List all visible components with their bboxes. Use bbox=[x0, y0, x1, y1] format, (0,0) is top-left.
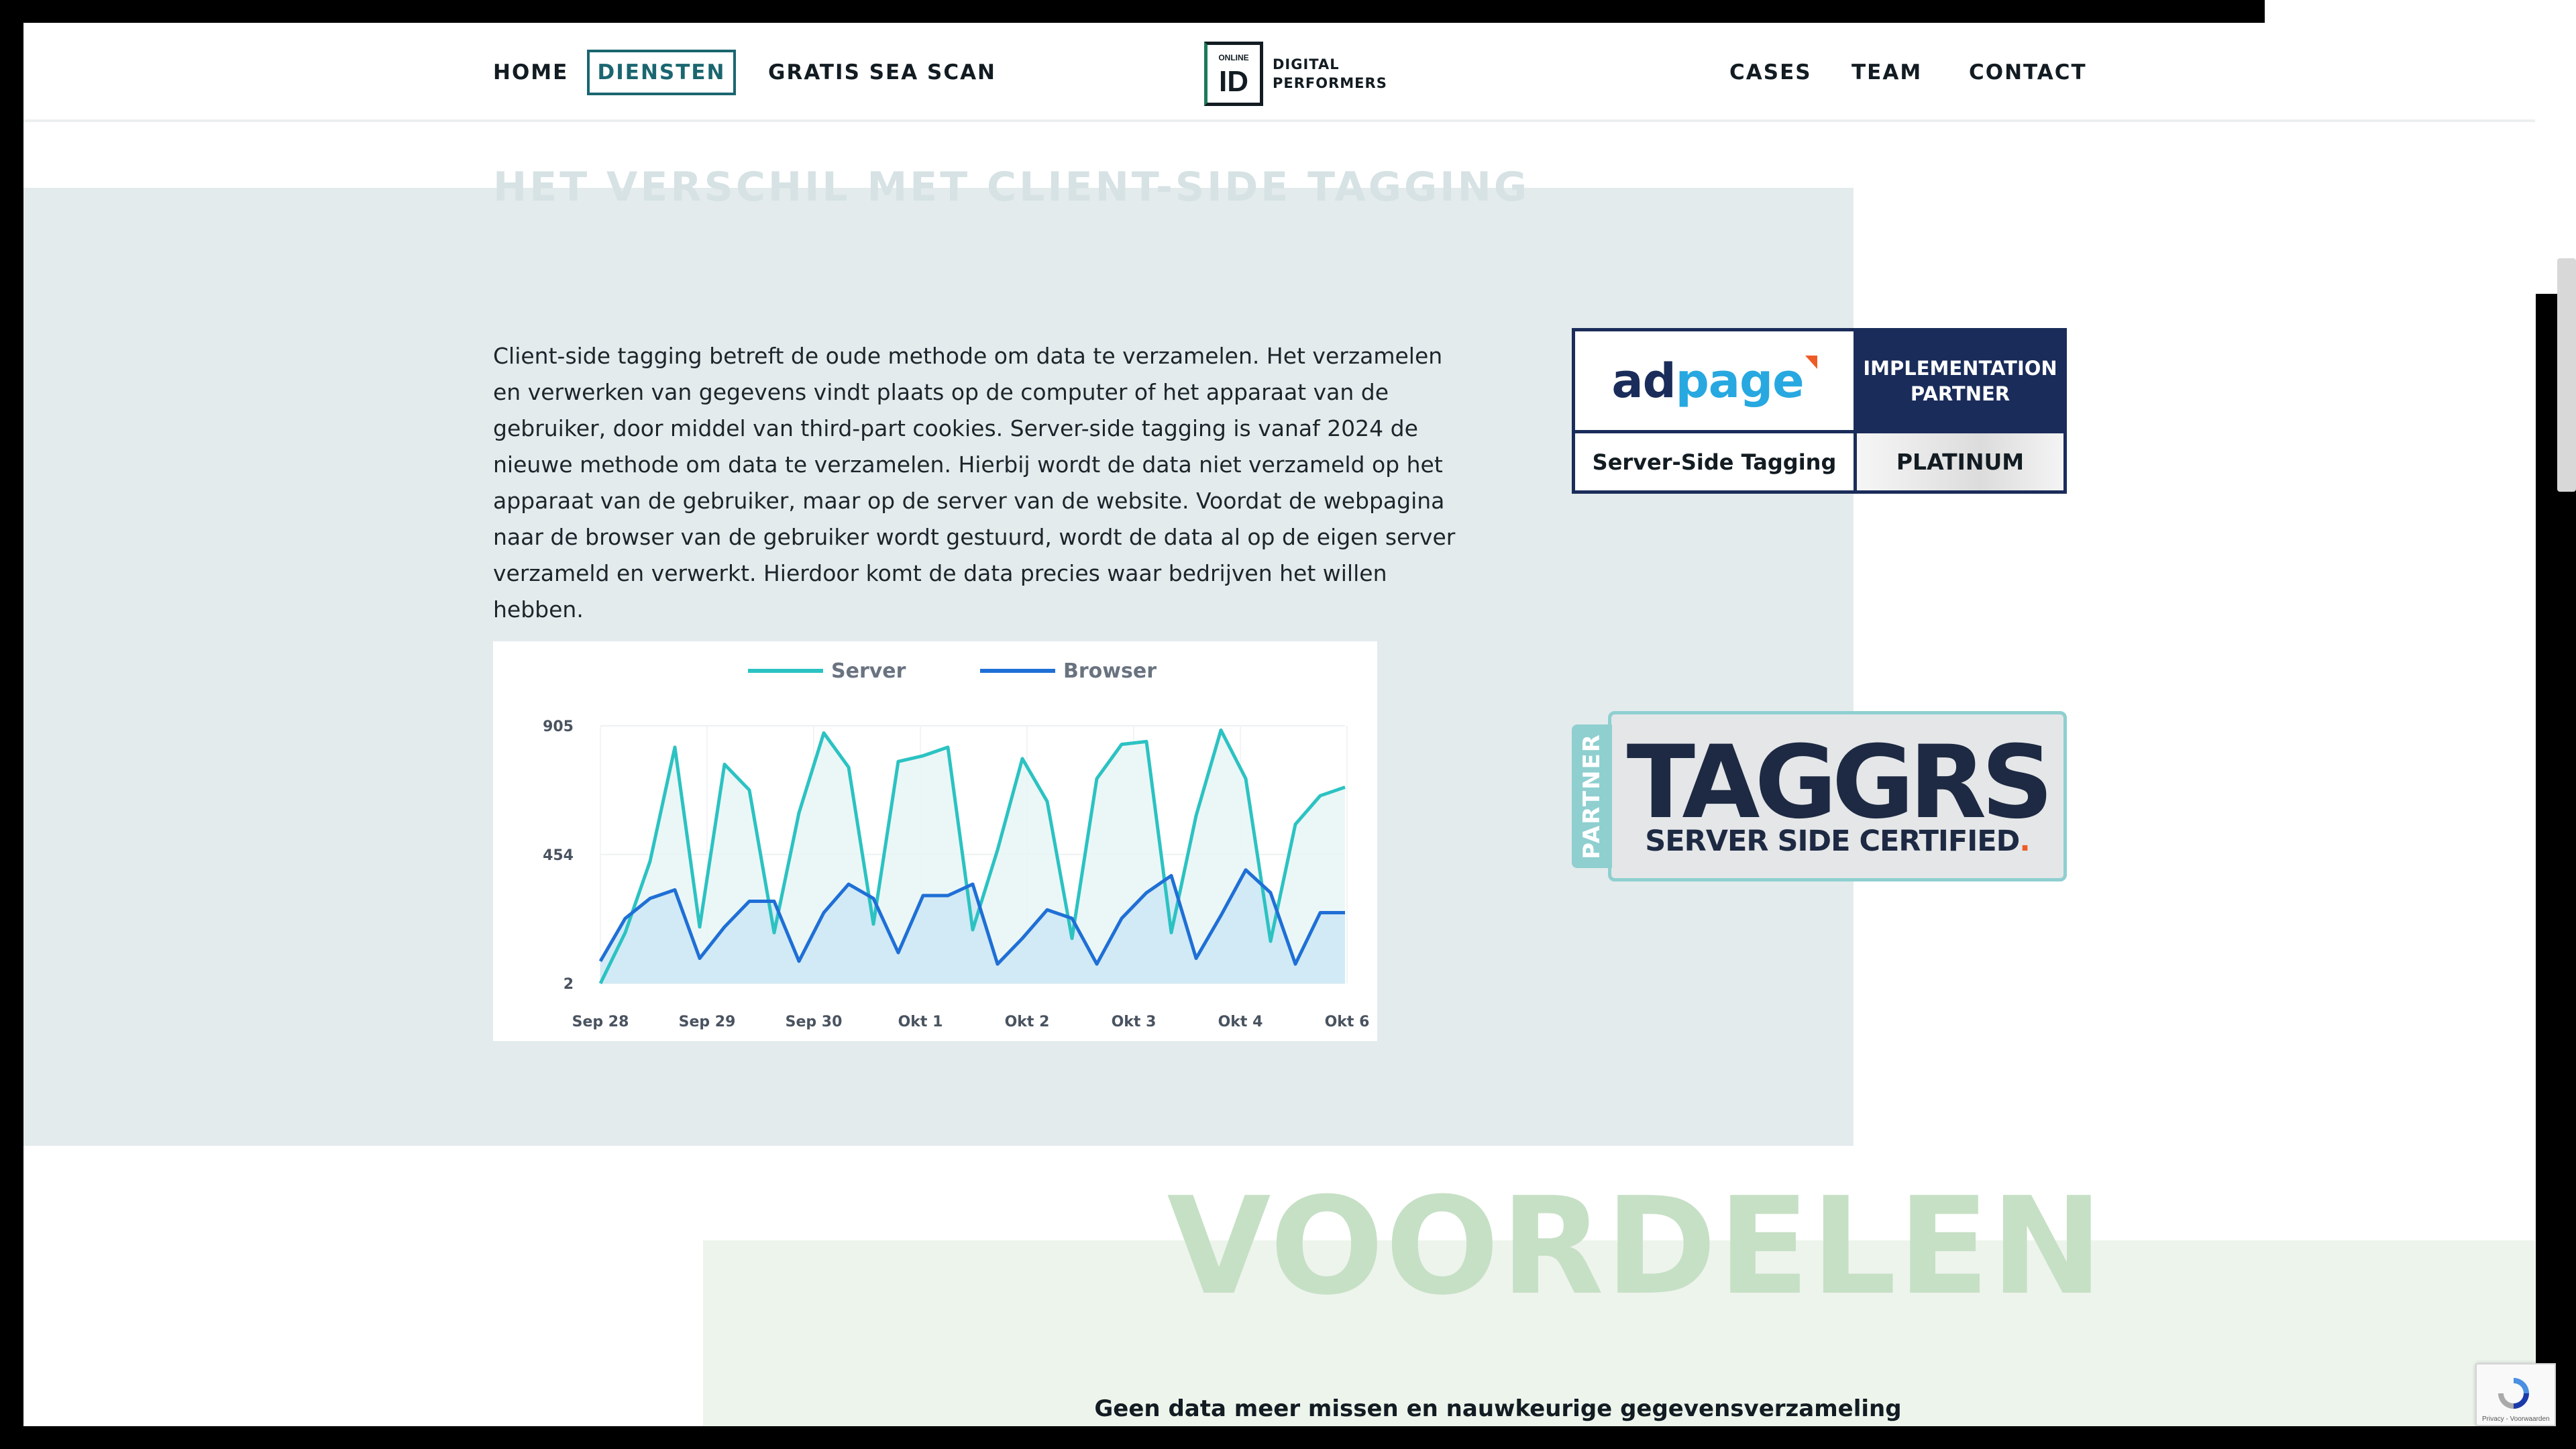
adpage-partner-badge: ad page IMPLEMENTATION PARTNER Server-Sid… bbox=[1572, 328, 2067, 494]
taggrs-partner-strip: PARTNER bbox=[1572, 724, 1612, 868]
nav-home[interactable]: HOME bbox=[493, 60, 568, 85]
logo-line-2: PERFORMERS bbox=[1273, 75, 1387, 91]
top-right-blank bbox=[2265, 0, 2576, 23]
taggrs-subtitle: SERVER SIDE CERTIFIED. bbox=[1611, 824, 2063, 858]
logo-small-text: ONLINE bbox=[1218, 53, 1249, 62]
recaptcha-text[interactable]: Privacy - Voorwaarden bbox=[2482, 1415, 2550, 1423]
chart-x-tick-label: Okt 1 bbox=[898, 1014, 943, 1030]
chart-x-tick-label: Sep 30 bbox=[786, 1014, 843, 1030]
taggrs-subtitle-dot: . bbox=[2019, 824, 2030, 858]
chart-y-tick-label: 2 bbox=[564, 976, 574, 993]
chart-y-tick-label: 905 bbox=[543, 718, 574, 735]
chart-legend-label-server: Server bbox=[831, 659, 906, 683]
chart-x-tick-label: Okt 6 bbox=[1325, 1014, 1370, 1030]
server-vs-browser-chart: 905 454 2 Sep 28 Sep 29 Sep 30 Okt 1 Okt 2 Okt 3… bbox=[493, 641, 1377, 1041]
logo-mark: ONLINE ID bbox=[1204, 42, 1263, 106]
nav-contact[interactable]: CONTACT bbox=[1969, 60, 2087, 85]
adpage-flag-icon bbox=[1805, 355, 1817, 369]
recaptcha-icon bbox=[2498, 1378, 2529, 1409]
taggrs-partner-label: PARTNER bbox=[1578, 733, 1606, 859]
section-client-side-title: HET VERSCHIL MET CLIENT-SIDE TAGGING bbox=[493, 164, 1530, 211]
logo-wordmark: DIGITAL PERFORMERS bbox=[1273, 55, 1387, 93]
taggrs-main-panel: TAGGRS SERVER SIDE CERTIFIED. bbox=[1608, 711, 2067, 881]
bottom-black-bar bbox=[0, 1426, 2536, 1449]
adpage-logo: ad page bbox=[1575, 331, 1857, 433]
chart-y-tick-label: 454 bbox=[543, 847, 574, 864]
taggrs-certified-badge: TAGGRS SERVER SIDE CERTIFIED. PARTNER bbox=[1572, 711, 2067, 881]
chart-x-tick-label: Okt 4 bbox=[1218, 1014, 1263, 1030]
adpage-logo-page: page bbox=[1675, 353, 1805, 409]
logo-line-1: DIGITAL bbox=[1273, 56, 1340, 72]
nav-cases[interactable]: CASES bbox=[1729, 60, 1812, 85]
adpage-logo-ad: ad bbox=[1611, 353, 1676, 409]
logo-id-text: ID bbox=[1219, 65, 1248, 98]
adpage-implementation-partner: IMPLEMENTATION PARTNER bbox=[1857, 331, 2063, 433]
adpage-tier-label: PLATINUM bbox=[1857, 433, 2063, 490]
nav-gratis-sea-scan[interactable]: GRATIS SEA SCAN bbox=[768, 60, 996, 85]
top-black-bar bbox=[0, 0, 2265, 23]
adpage-service-label: Server-Side Tagging bbox=[1575, 433, 1857, 490]
section-voordelen-subtitle: Geen data meer missen en nauwkeurige geg… bbox=[1094, 1395, 1902, 1422]
chart-x-tick-label: Okt 3 bbox=[1112, 1014, 1157, 1030]
page: HOME DIENSTEN GRATIS SEA SCAN ONLINE ID … bbox=[23, 23, 2535, 1426]
chart-x-tick-label: Okt 2 bbox=[1005, 1014, 1050, 1030]
taggrs-subtitle-text: SERVER SIDE CERTIFIED bbox=[1645, 824, 2020, 858]
site-logo[interactable]: ONLINE ID DIGITAL PERFORMERS bbox=[1204, 42, 1387, 106]
chart-x-tick-label: Sep 28 bbox=[572, 1014, 629, 1030]
nav-diensten[interactable]: DIENSTEN bbox=[587, 50, 736, 95]
recaptcha-badge[interactable]: Privacy - Voorwaarden bbox=[2475, 1363, 2556, 1426]
taggrs-wordmark: TAGGRS bbox=[1626, 724, 2054, 841]
nav-team[interactable]: TEAM bbox=[1851, 60, 1922, 85]
section-voordelen-title: VOORDELEN bbox=[1167, 1169, 2104, 1325]
section-client-side-body: Client-side tagging betreft de oude meth… bbox=[493, 343, 1456, 623]
chart-svg: 905 454 2 Sep 28 Sep 29 Sep 30 Okt 1 Okt 2 Okt 3… bbox=[543, 659, 1370, 1030]
scrollbar-thumb[interactable] bbox=[2557, 258, 2576, 492]
site-header: HOME DIENSTEN GRATIS SEA SCAN ONLINE ID … bbox=[23, 23, 2535, 122]
chart-legend-label-browser: Browser bbox=[1063, 659, 1157, 683]
chart-x-tick-label: Sep 29 bbox=[679, 1014, 736, 1030]
